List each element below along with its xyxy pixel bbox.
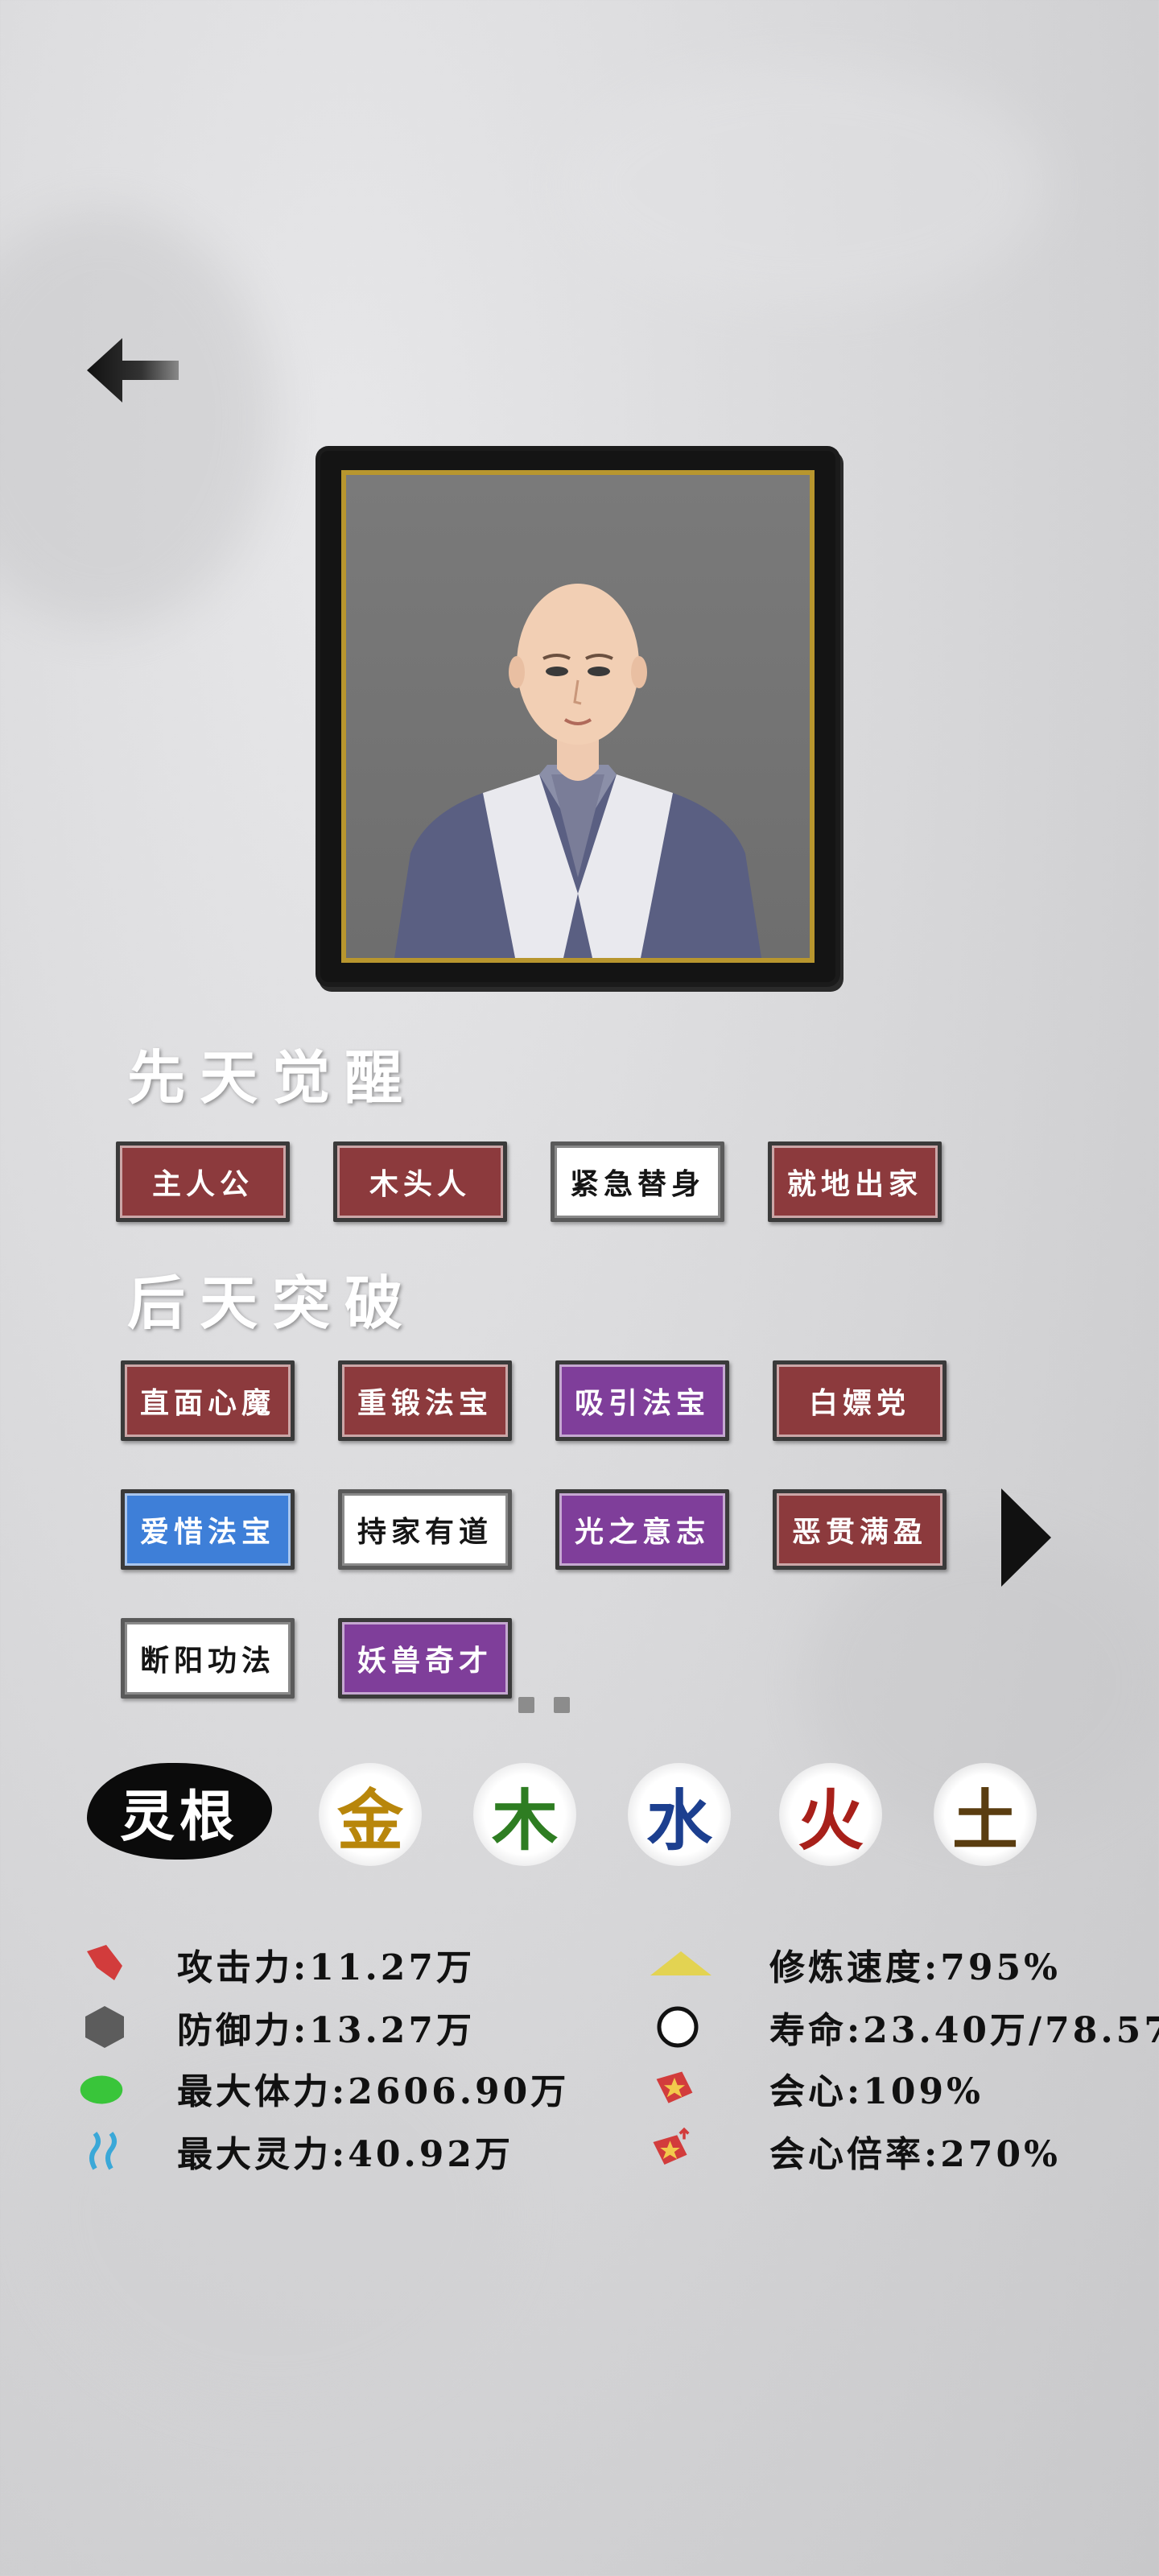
shield-icon [82, 2004, 127, 2050]
next-page-button[interactable] [998, 1485, 1054, 1590]
acquired-tag[interactable]: 光之意志 [555, 1489, 729, 1570]
acquired-tag[interactable]: 妖兽奇才 [338, 1618, 512, 1699]
acquired-tag[interactable]: 持家有道 [338, 1489, 512, 1570]
acquired-tag[interactable]: 吸引法宝 [555, 1360, 729, 1441]
spirit-icon [84, 2128, 129, 2174]
triangle-icon [649, 1948, 713, 1980]
defense-stat: 防御力:13.27万 [177, 2010, 476, 2051]
circle-icon [655, 2004, 700, 2050]
max-health-stat: 最大体力:2606.90万 [177, 2071, 570, 2112]
innate-tag[interactable]: 木头人 [333, 1141, 507, 1222]
max-spirit-stat: 最大灵力:40.92万 [177, 2134, 514, 2175]
acquired-tag[interactable]: 断阳功法 [121, 1618, 295, 1699]
back-button[interactable] [80, 330, 185, 411]
spiritual-root-label: 灵根 [87, 1763, 272, 1860]
acquired-tag[interactable]: 白嫖党 [773, 1360, 947, 1441]
element-earth-icon: 土 [934, 1763, 1037, 1866]
acquired-tag[interactable]: 恶贯满盈 [773, 1489, 947, 1570]
lifespan-stat: 寿命:23.40万/78.57万 [769, 2010, 1159, 2051]
monk-avatar-image [394, 584, 761, 958]
heart-icon [79, 2067, 124, 2112]
element-metal-icon: 金 [319, 1763, 422, 1866]
element-wood-icon: 木 [473, 1763, 576, 1866]
element-water-icon: 水 [628, 1763, 731, 1866]
cultivation-speed-stat: 修炼速度:795% [769, 1947, 1061, 1988]
back-arrow-icon [87, 338, 179, 402]
attack-stat: 攻击力:11.27万 [177, 1947, 476, 1988]
acquired-breakthrough-title: 后天突破 [127, 1269, 418, 1337]
element-fire-icon: 火 [779, 1763, 882, 1866]
crit-multiplier-icon [650, 2125, 695, 2170]
innate-awakening-title: 先天觉醒 [127, 1043, 418, 1112]
crit-icon [652, 2066, 697, 2111]
acquired-tag[interactable]: 爱惜法宝 [121, 1489, 295, 1570]
character-portrait [341, 470, 815, 963]
acquired-tag[interactable]: 直面心魔 [121, 1360, 295, 1441]
page-indicator-dot[interactable] [554, 1697, 570, 1713]
critical-multiplier-stat: 会心倍率:270% [769, 2134, 1061, 2175]
character-portrait-frame [320, 451, 835, 982]
innate-tag[interactable]: 主人公 [116, 1141, 290, 1222]
sword-icon [82, 1942, 127, 1987]
innate-tag[interactable]: 紧急替身 [551, 1141, 724, 1222]
play-arrow-icon [1001, 1488, 1051, 1587]
critical-stat: 会心:109% [769, 2071, 984, 2112]
acquired-tag[interactable]: 重锻法宝 [338, 1360, 512, 1441]
page-indicator-dot[interactable] [518, 1697, 534, 1713]
innate-tag[interactable]: 就地出家 [768, 1141, 942, 1222]
